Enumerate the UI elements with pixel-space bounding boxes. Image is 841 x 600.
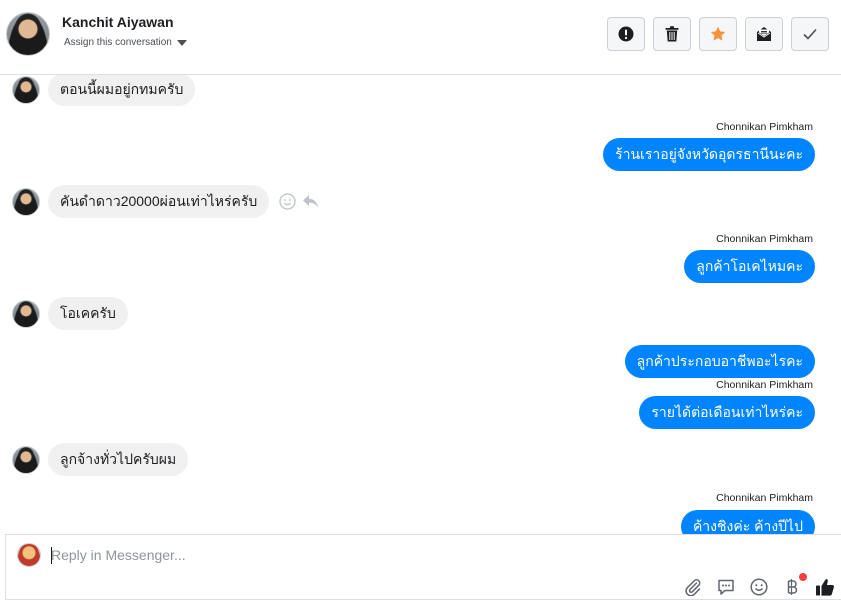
incoming-message: ตอนนี้ผมอยู่กทมครับ bbox=[12, 75, 196, 106]
check-icon bbox=[803, 28, 817, 40]
delete-button[interactable] bbox=[653, 17, 691, 51]
message-bubble[interactable]: ลูกค้าประกอบอาชีพอะไรคะ bbox=[624, 345, 815, 378]
page-avatar bbox=[17, 543, 41, 567]
contact-name[interactable]: Kanchit Aiyawan bbox=[62, 14, 174, 30]
message-bubble[interactable]: ตอนนี้ผมอยู่กทมครับ bbox=[48, 75, 196, 106]
mark-unread-button[interactable] bbox=[745, 17, 783, 51]
incoming-message: ลูกจ้างทั่วไปครับผม bbox=[12, 443, 189, 476]
message-thread[interactable]: ตอนนี้ผมอยู่กทมครับ Chonnikan Pimkham ร้… bbox=[0, 75, 841, 534]
text-cursor bbox=[51, 547, 52, 564]
message-bubble[interactable]: ร้านเราอยู่จังหวัดอุดรธานีนะคะ bbox=[603, 138, 815, 171]
reply-arrow-icon[interactable] bbox=[302, 194, 319, 209]
message-bubble[interactable]: รายได้ต่อเดือนเท่าไหร่คะ bbox=[639, 396, 815, 429]
like-button[interactable] bbox=[815, 577, 835, 597]
payment-button[interactable] bbox=[782, 573, 807, 597]
envelope-icon bbox=[757, 27, 771, 41]
contact-avatar[interactable] bbox=[6, 12, 50, 56]
incoming-message: โอเคครับ bbox=[12, 297, 128, 330]
attach-button[interactable] bbox=[683, 577, 703, 597]
star-button[interactable] bbox=[699, 17, 737, 51]
sender-name: Chonnikan Pimkham bbox=[716, 379, 813, 391]
contact-avatar-small bbox=[12, 445, 40, 474]
sender-name: Chonnikan Pimkham bbox=[716, 121, 813, 133]
star-icon bbox=[710, 26, 726, 41]
caret-down-icon bbox=[176, 39, 187, 46]
thumbs-up-icon bbox=[816, 579, 835, 596]
saved-reply-icon bbox=[718, 579, 734, 595]
trash-icon bbox=[665, 26, 679, 42]
baht-payment-icon bbox=[787, 579, 798, 595]
sender-name: Chonnikan Pimkham bbox=[716, 492, 813, 504]
exclamation-circle-icon bbox=[618, 26, 634, 42]
message-bubble[interactable]: ลูกจ้างทั่วไปครับผม bbox=[48, 443, 189, 476]
contact-avatar-small bbox=[12, 187, 40, 216]
incoming-message: คันดำดาว20000ผ่อนเท่าไหร่ครับ bbox=[12, 185, 319, 218]
mark-done-button[interactable] bbox=[791, 17, 829, 51]
emoji-button[interactable] bbox=[749, 577, 769, 597]
message-bubble[interactable]: คันดำดาว20000ผ่อนเท่าไหร่ครับ bbox=[48, 185, 270, 218]
assign-conversation-dropdown[interactable]: Assign this conversation bbox=[64, 37, 187, 48]
assign-label: Assign this conversation bbox=[64, 37, 172, 48]
mark-spam-button[interactable] bbox=[607, 17, 645, 51]
composer-toolbar bbox=[683, 573, 835, 597]
message-bubble[interactable]: โอเคครับ bbox=[48, 297, 128, 330]
paperclip-icon bbox=[685, 579, 701, 596]
notification-dot bbox=[799, 573, 807, 581]
react-emoji-icon[interactable] bbox=[279, 193, 296, 210]
saved-replies-button[interactable] bbox=[716, 577, 736, 597]
reply-composer bbox=[5, 534, 841, 600]
sender-name: Chonnikan Pimkham bbox=[716, 233, 813, 245]
conversation-toolbar bbox=[607, 17, 829, 51]
contact-avatar-small bbox=[12, 299, 40, 328]
contact-avatar-small bbox=[12, 75, 40, 104]
conversation-header: Kanchit Aiyawan Assign this conversation bbox=[0, 0, 841, 75]
message-bubble[interactable]: ลูกค้าโอเคไหมคะ bbox=[684, 250, 815, 283]
emoji-icon bbox=[750, 578, 768, 596]
message-bubble[interactable]: ค้างชิงค่ะ ค้างปีไป bbox=[680, 510, 815, 534]
reply-input[interactable] bbox=[51, 547, 651, 563]
message-actions bbox=[279, 193, 319, 210]
